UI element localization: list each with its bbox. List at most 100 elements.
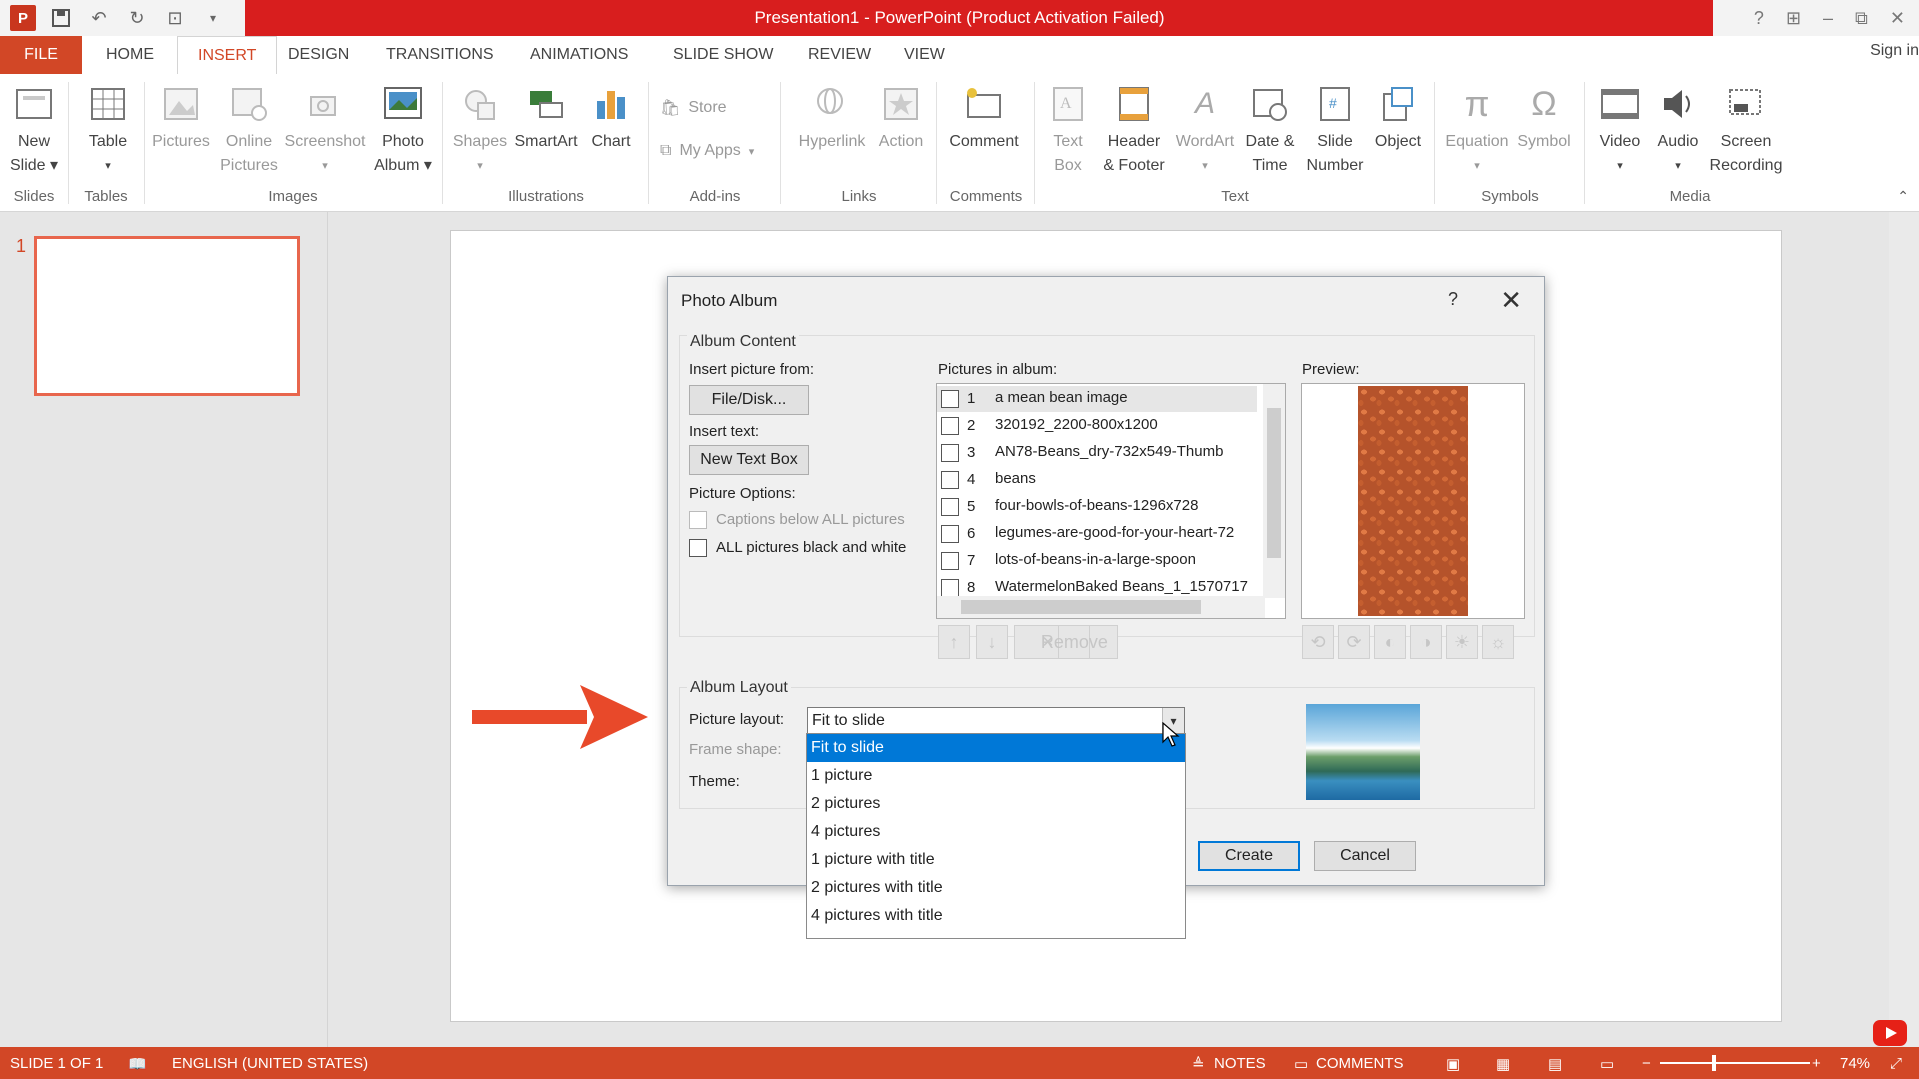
picture-checkbox[interactable]	[941, 498, 959, 516]
list-vertical-scrollbar[interactable]	[1263, 384, 1285, 598]
file-disk-button[interactable]: File/Disk...	[689, 385, 809, 415]
store-button[interactable]: 🛍 Store	[660, 98, 727, 118]
smartart-button[interactable]: SmartArt	[510, 84, 582, 154]
brightness-down-icon[interactable]: ☼	[1482, 625, 1514, 659]
redo-icon[interactable]: ↻	[124, 5, 150, 31]
hyperlink-button[interactable]: Hyperlink	[790, 84, 874, 154]
contrast-down-icon[interactable]: ◑	[1410, 625, 1442, 659]
audio-button[interactable]: Audio ▾	[1650, 84, 1706, 178]
tab-insert[interactable]: INSERT	[177, 36, 278, 74]
language-status[interactable]: ENGLISH (UNITED STATES)	[172, 1055, 368, 1072]
equation-button[interactable]: π Equation ▾	[1440, 84, 1514, 178]
picture-layout-select[interactable]: Fit to slide ▾	[807, 707, 1185, 735]
tab-design[interactable]: DESIGN	[268, 36, 369, 74]
list-item[interactable]: 1 a mean bean image	[937, 386, 1257, 412]
sign-in-link[interactable]: Sign in	[1870, 42, 1919, 60]
header-footer-button[interactable]: Header & Footer	[1096, 84, 1172, 178]
close-window-icon[interactable]: ✕	[1890, 8, 1905, 29]
pictures-list[interactable]: 1 a mean bean image 2 320192_2200-800x1200…	[936, 383, 1286, 619]
list-item[interactable]: 6 legumes-are-good-for-your-heart-72	[937, 521, 1257, 547]
close-icon[interactable]: ✕	[1500, 285, 1522, 316]
photo-album-button[interactable]: Photo Album ▾	[370, 84, 436, 178]
list-item[interactable]: 2 320192_2200-800x1200	[937, 413, 1257, 439]
table-button[interactable]: Table ▾	[80, 84, 136, 178]
screen-recording-button[interactable]: Screen Recording	[1704, 84, 1788, 178]
notes-button[interactable]: NOTES	[1214, 1055, 1266, 1072]
chart-button[interactable]: Chart	[586, 84, 636, 154]
layout-option[interactable]: 1 picture	[807, 762, 1185, 790]
text-box-button[interactable]: A Text Box	[1044, 84, 1092, 178]
brightness-up-icon[interactable]: ☀	[1446, 625, 1478, 659]
rotate-right-icon[interactable]: ⟳	[1338, 625, 1370, 659]
move-up-icon[interactable]: ↑	[938, 625, 970, 659]
spell-check-icon[interactable]: 📖	[128, 1055, 147, 1073]
rotate-left-icon[interactable]: ⟲	[1302, 625, 1334, 659]
date-time-button[interactable]: Date & Time	[1238, 84, 1302, 178]
reading-view-icon[interactable]: ▤	[1548, 1055, 1562, 1073]
undo-icon[interactable]: ↶	[86, 5, 112, 31]
video-button[interactable]: Video ▾	[1592, 84, 1648, 178]
picture-checkbox[interactable]	[941, 417, 959, 435]
remove-button[interactable]: ✕ Remove	[1014, 625, 1118, 659]
start-from-beginning-icon[interactable]: ⊡	[162, 5, 188, 31]
move-down-icon[interactable]: ↓	[976, 625, 1008, 659]
action-button[interactable]: Action	[872, 84, 930, 154]
my-apps-button[interactable]: ⧉ My Apps ▾	[660, 142, 754, 160]
zoom-level[interactable]: 74%	[1840, 1055, 1870, 1072]
list-horizontal-scrollbar[interactable]	[937, 596, 1265, 618]
picture-checkbox[interactable]	[941, 444, 959, 462]
editor-vertical-scrollbar[interactable]	[1889, 212, 1919, 1047]
tab-file[interactable]: FILE	[0, 36, 82, 74]
create-button[interactable]: Create	[1198, 841, 1300, 871]
restore-icon[interactable]: ⧉	[1855, 8, 1868, 29]
tab-home[interactable]: HOME	[86, 36, 174, 74]
tab-slide-show[interactable]: SLIDE SHOW	[653, 36, 793, 74]
wordart-button[interactable]: A WordArt ▾	[1170, 84, 1240, 178]
list-item[interactable]: 3 AN78-Beans_dry-732x549-Thumb	[937, 440, 1257, 466]
list-item[interactable]: 4 beans	[937, 467, 1257, 493]
slide-thumbnail[interactable]	[34, 236, 300, 396]
scroll-thumb[interactable]	[1267, 408, 1281, 558]
help-icon[interactable]: ?	[1448, 289, 1458, 310]
contrast-up-icon[interactable]: ◐	[1374, 625, 1406, 659]
object-button[interactable]: Object	[1368, 84, 1428, 154]
tab-review[interactable]: REVIEW	[788, 36, 891, 74]
online-pictures-button[interactable]: Online Pictures	[218, 84, 280, 178]
slide-show-icon[interactable]: ▭	[1600, 1055, 1614, 1073]
picture-checkbox[interactable]	[941, 579, 959, 597]
layout-option[interactable]: 4 pictures with title	[807, 902, 1185, 930]
black-white-checkbox[interactable]	[689, 539, 707, 557]
picture-checkbox[interactable]	[941, 471, 959, 489]
ribbon-display-options-icon[interactable]: ⊞	[1786, 8, 1801, 29]
customize-qat-icon[interactable]: ▾	[200, 5, 226, 31]
tab-transitions[interactable]: TRANSITIONS	[366, 36, 514, 74]
captions-checkbox[interactable]	[689, 511, 707, 529]
zoom-slider-thumb[interactable]	[1712, 1055, 1716, 1071]
picture-checkbox[interactable]	[941, 525, 959, 543]
comment-button[interactable]: Comment	[942, 84, 1026, 154]
shapes-button[interactable]: Shapes ▾	[448, 84, 512, 178]
picture-checkbox[interactable]	[941, 390, 959, 408]
zoom-out-icon[interactable]: −	[1642, 1055, 1651, 1072]
slide-number-button[interactable]: # Slide Number	[1300, 84, 1370, 178]
save-icon[interactable]	[48, 5, 74, 31]
normal-view-icon[interactable]: ▣	[1446, 1055, 1460, 1073]
zoom-in-icon[interactable]: +	[1812, 1055, 1821, 1072]
fit-slide-icon[interactable]: ⤢	[1890, 1055, 1902, 1072]
zoom-slider[interactable]	[1660, 1062, 1810, 1064]
minimize-icon[interactable]: –	[1823, 8, 1833, 29]
layout-option[interactable]: 2 pictures with title	[807, 874, 1185, 902]
cancel-button[interactable]: Cancel	[1314, 841, 1416, 871]
slide-sorter-icon[interactable]: ▦	[1496, 1055, 1510, 1073]
comments-button[interactable]: COMMENTS	[1316, 1055, 1404, 1072]
layout-option[interactable]: 4 pictures	[807, 818, 1185, 846]
screenshot-button[interactable]: Screenshot ▾	[282, 84, 368, 178]
picture-checkbox[interactable]	[941, 552, 959, 570]
layout-option[interactable]: Fit to slide	[807, 734, 1185, 762]
layout-option[interactable]: 1 picture with title	[807, 846, 1185, 874]
tab-animations[interactable]: ANIMATIONS	[510, 36, 648, 74]
tab-view[interactable]: VIEW	[884, 36, 965, 74]
symbol-button[interactable]: Ω Symbol	[1512, 84, 1576, 154]
new-slide-button[interactable]: New Slide ▾	[8, 84, 60, 178]
list-item[interactable]: 5 four-bowls-of-beans-1296x728	[937, 494, 1257, 520]
